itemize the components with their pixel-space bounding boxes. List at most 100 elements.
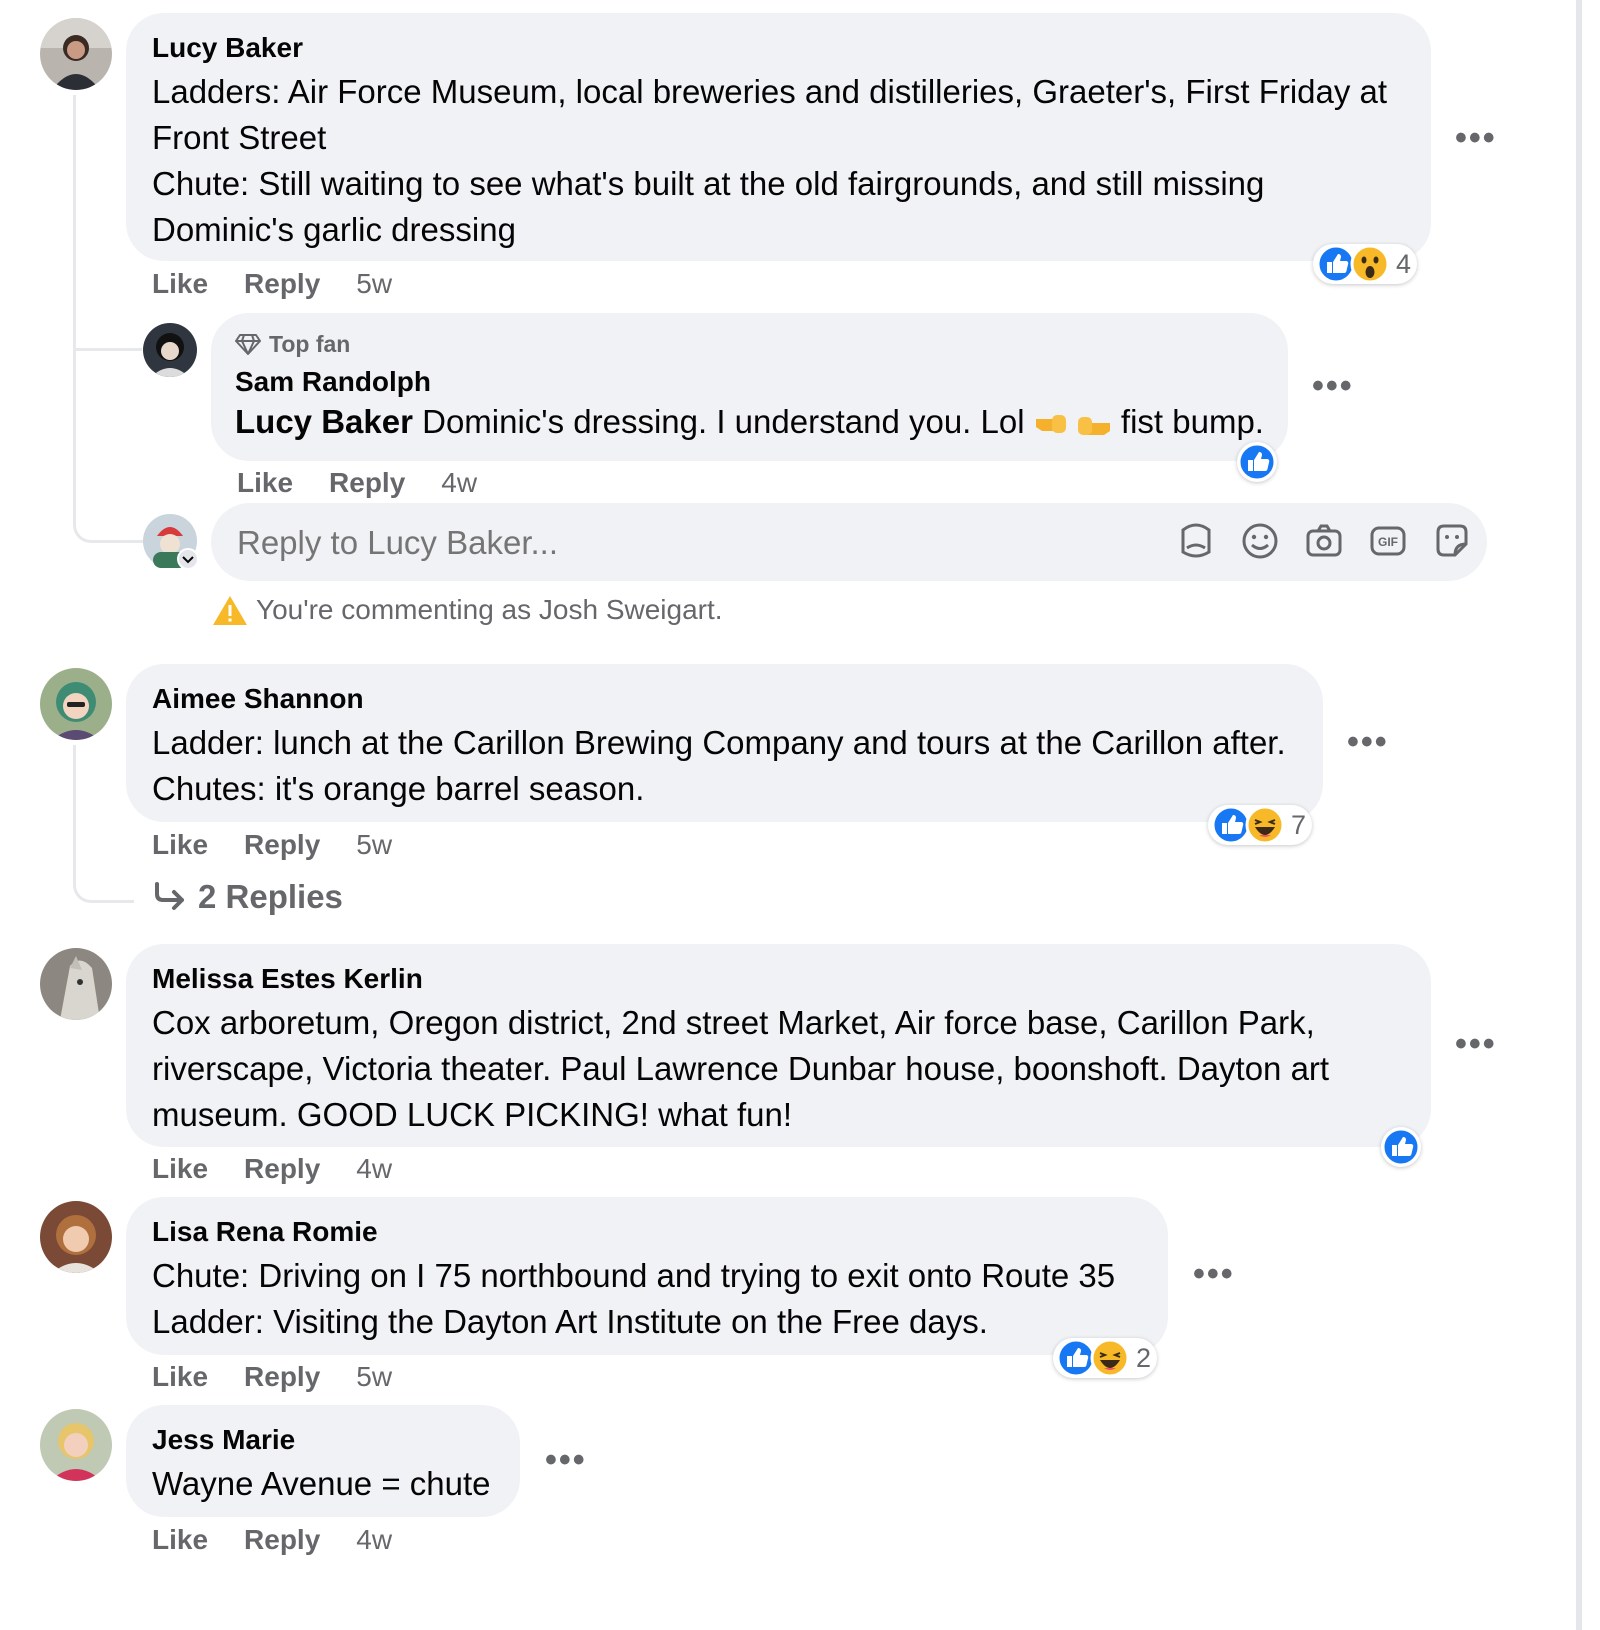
comment-bubble: Lucy Baker Ladders: Air Force Museum, lo… xyxy=(126,13,1431,261)
reaction-summary[interactable] xyxy=(1381,1127,1421,1167)
view-replies-label[interactable]: 2 Replies xyxy=(198,878,343,916)
reply-button[interactable]: Reply xyxy=(244,1361,320,1393)
reply-author[interactable]: Sam Randolph xyxy=(235,365,1264,399)
comment-text-line: Dominic's garlic dressing xyxy=(152,211,516,248)
avatar[interactable] xyxy=(40,948,112,1020)
like-button[interactable]: Like xyxy=(152,1524,208,1556)
comment-text-line: riverscape, Victoria theater. Paul Lawre… xyxy=(152,1050,1330,1087)
more-options-icon[interactable]: ••• xyxy=(1455,1027,1497,1061)
like-reaction-icon xyxy=(1237,442,1277,482)
more-options-icon[interactable]: ••• xyxy=(1193,1257,1235,1291)
svg-text:GIF: GIF xyxy=(1378,535,1398,549)
comment-text-line: Wayne Avenue = chute xyxy=(152,1465,491,1502)
comment-text-line: Front Street xyxy=(152,119,327,156)
reaction-count: 4 xyxy=(1396,248,1412,279)
comment-author[interactable]: Lucy Baker xyxy=(152,31,1405,65)
composer-tools: GIF xyxy=(1177,522,1471,562)
comment-text-line: museum. GOOD LUCK PICKING! what fun! xyxy=(152,1096,793,1133)
comment-author[interactable]: Lisa Rena Romie xyxy=(152,1215,1142,1249)
comment-timestamp[interactable]: 4w xyxy=(356,1524,392,1556)
reply-button[interactable]: Reply xyxy=(244,268,320,300)
comment-timestamp[interactable]: 4w xyxy=(356,1153,392,1185)
haha-reaction-icon xyxy=(1090,1338,1130,1378)
fist-bump-emoji-icon xyxy=(1035,415,1110,436)
reaction-summary[interactable]: 2 xyxy=(1053,1338,1158,1378)
diamond-icon xyxy=(235,334,261,355)
comment-text-line: Cox arboretum, Oregon district, 2nd stre… xyxy=(152,1004,1315,1041)
comment-actions: Like Reply 4w xyxy=(152,1524,392,1556)
reply-composer: GIF xyxy=(211,503,1487,583)
top-fan-badge: Top fan xyxy=(235,329,1264,359)
reply-button[interactable]: Reply xyxy=(329,467,405,499)
more-options-icon[interactable]: ••• xyxy=(1347,725,1389,759)
more-options-icon[interactable]: ••• xyxy=(545,1443,587,1477)
comment-text-line: Chute: Still waiting to see what's built… xyxy=(152,165,1265,202)
avatar[interactable] xyxy=(40,1409,112,1481)
warning-icon xyxy=(213,596,247,625)
comment-text-line: Ladder: Visiting the Dayton Art Institut… xyxy=(152,1303,988,1340)
reaction-count: 2 xyxy=(1136,1342,1152,1373)
comment-bubble: Aimee Shannon Ladder: lunch at the Caril… xyxy=(126,664,1323,822)
reaction-summary[interactable]: 4 xyxy=(1313,244,1418,284)
emoji-icon[interactable] xyxy=(1241,522,1279,560)
gif-icon[interactable]: GIF xyxy=(1369,522,1407,560)
avatar[interactable] xyxy=(40,668,112,740)
comment-bubble: Jess Marie Wayne Avenue = chute xyxy=(126,1405,520,1517)
comment-timestamp[interactable]: 5w xyxy=(356,268,392,300)
comment-bubble: Melissa Estes Kerlin Cox arboretum, Oreg… xyxy=(126,944,1431,1147)
view-replies-link[interactable]: 2 Replies xyxy=(152,878,343,916)
mention-tag[interactable]: Lucy Baker xyxy=(235,403,413,440)
like-button[interactable]: Like xyxy=(152,268,208,300)
camera-icon[interactable] xyxy=(1305,522,1343,560)
reply-arrow-icon xyxy=(155,882,184,910)
comment-actions: Like Reply 5w xyxy=(152,268,392,300)
like-button[interactable]: Like xyxy=(152,1153,208,1185)
commenting-as-notice: You're commenting as Josh Sweigart. xyxy=(212,590,723,630)
reaction-count: 7 xyxy=(1291,809,1307,840)
badge-label: Top fan xyxy=(269,331,351,357)
composer-avatar[interactable] xyxy=(143,514,199,570)
like-button[interactable]: Like xyxy=(152,1361,208,1393)
comment-actions: Like Reply 5w xyxy=(152,1361,392,1393)
reaction-summary[interactable] xyxy=(1237,442,1277,482)
thread-line xyxy=(73,745,134,903)
like-button[interactable]: Like xyxy=(152,829,208,861)
more-options-icon[interactable]: ••• xyxy=(1455,121,1497,155)
comment-text-line: Ladders: Air Force Museum, local breweri… xyxy=(152,73,1388,110)
comment-author[interactable]: Aimee Shannon xyxy=(152,682,1297,716)
sticker-icon[interactable] xyxy=(1433,522,1471,560)
comment-actions: Like Reply 4w xyxy=(152,1153,392,1185)
comment-timestamp[interactable]: 5w xyxy=(356,829,392,861)
reply-text-end: fist bump. xyxy=(1120,403,1264,440)
reply-text-body: Dominic's dressing. I understand you. Lo… xyxy=(422,403,1025,440)
wow-reaction-icon xyxy=(1350,244,1390,284)
avatar[interactable] xyxy=(40,18,112,90)
comment-actions: Like Reply 5w xyxy=(152,829,392,861)
avatar[interactable] xyxy=(40,1201,112,1273)
comment-text-line: Chute: Driving on I 75 northbound and tr… xyxy=(152,1257,1116,1294)
comment-timestamp[interactable]: 5w xyxy=(356,1361,392,1393)
reply-timestamp[interactable]: 4w xyxy=(441,467,477,499)
reply-button[interactable]: Reply xyxy=(244,1524,320,1556)
chevron-down-icon[interactable] xyxy=(177,548,199,570)
like-button[interactable]: Like xyxy=(237,467,293,499)
like-reaction-icon xyxy=(1381,1127,1421,1167)
reply-input[interactable] xyxy=(235,503,1159,583)
avatar[interactable] xyxy=(143,323,197,377)
commenting-as-text: You're commenting as Josh Sweigart. xyxy=(256,594,723,625)
comment-bubble: Lisa Rena Romie Chute: Driving on I 75 n… xyxy=(126,1197,1168,1355)
avatar-sticker-icon[interactable] xyxy=(1177,522,1215,562)
comment-text-line: Chutes: it's orange barrel season. xyxy=(152,770,645,807)
comment-author[interactable]: Jess Marie xyxy=(152,1423,494,1457)
haha-reaction-icon xyxy=(1245,805,1285,845)
reply-actions: Like Reply 4w xyxy=(237,467,477,499)
more-options-icon[interactable]: ••• xyxy=(1312,369,1354,403)
reply-button[interactable]: Reply xyxy=(244,1153,320,1185)
comment-author[interactable]: Melissa Estes Kerlin xyxy=(152,962,1405,996)
comments-panel: Lucy Baker Ladders: Air Force Museum, lo… xyxy=(0,0,1582,1630)
comment-text-line: Ladder: lunch at the Carillon Brewing Co… xyxy=(152,724,1286,761)
reaction-summary[interactable]: 7 xyxy=(1208,805,1313,845)
reply-text: Lucy Baker Dominic's dressing. I underst… xyxy=(235,399,1264,445)
thread-branch xyxy=(76,348,142,351)
reply-button[interactable]: Reply xyxy=(244,829,320,861)
